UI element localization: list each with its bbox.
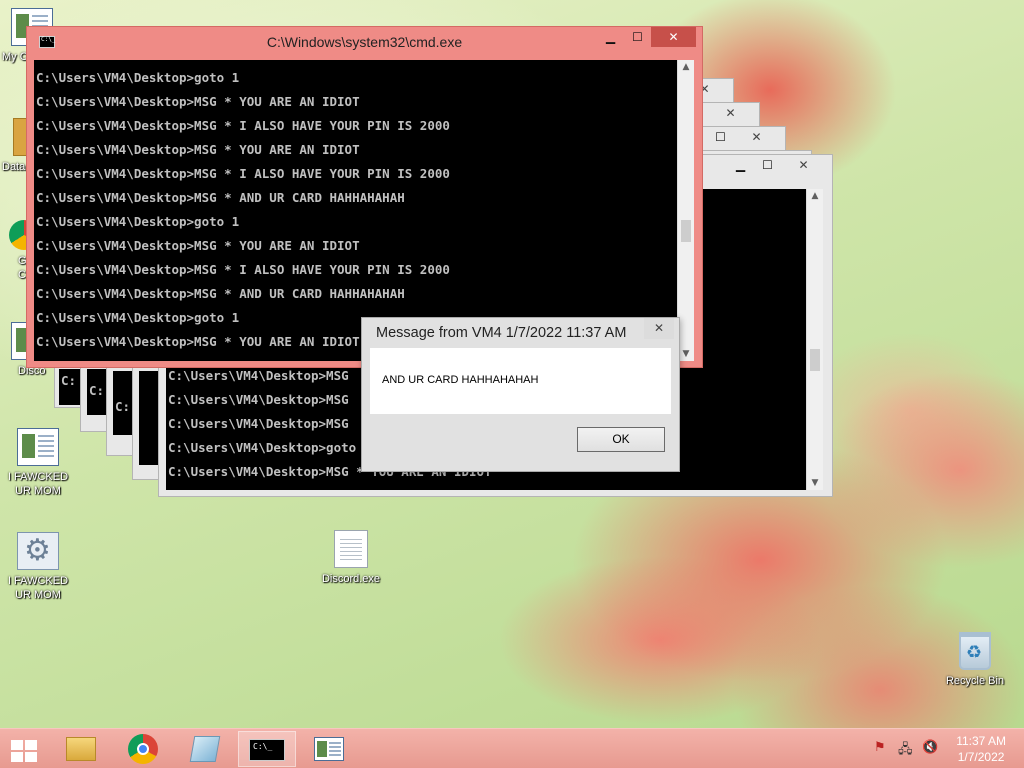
console-output: C:	[113, 371, 133, 435]
file-explorer-icon	[66, 737, 96, 761]
notepad-button[interactable]	[176, 731, 234, 767]
dialog-close-button[interactable]: ✕	[644, 318, 674, 339]
console-line: C:\Users\VM4\Desktop>MSG * AND UR CARD H…	[36, 286, 405, 301]
start-button[interactable]	[0, 731, 48, 767]
window-controls: ☐ ✕	[707, 127, 779, 147]
cmd-icon: C:\_	[249, 739, 285, 761]
scroll-down-icon[interactable]: ▼	[807, 478, 823, 488]
discord-exe-icon[interactable]: Discord.exe	[313, 530, 389, 586]
console-line: C:\Users\VM4\Desktop>MSG * YOU ARE AN ID…	[36, 238, 360, 253]
maximize-button[interactable]: ☐	[754, 155, 781, 175]
action-center-flag-icon[interactable]: ⚑	[874, 740, 886, 755]
message-dialog[interactable]: Message from VM4 1/7/2022 11:37 AM ✕ AND…	[361, 317, 680, 472]
dialog-body: AND UR CARD HAHHAHAHAH	[370, 348, 671, 414]
console-output: C:	[87, 369, 107, 415]
console-line: C:\Users\VM4\Desktop>MSG * YOU ARE AN ID…	[36, 142, 360, 157]
scroll-up-icon[interactable]: ▲	[678, 62, 694, 72]
clock[interactable]: 11:37 AM 1/7/2022	[956, 733, 1006, 765]
console-line: C:	[89, 383, 105, 398]
taskbar: C:\_ ⚑ 🖧 🔇 11:37 AM 1/7/2022	[0, 728, 1024, 768]
app-window-icon[interactable]: I FAWCKED UR MOM	[0, 428, 76, 498]
maximize-button[interactable]: ☐	[707, 127, 734, 147]
app-settings-label: I FAWCKED UR MOM	[7, 575, 69, 601]
chrome-button[interactable]	[114, 731, 172, 767]
recycle-bin-label: Recycle Bin	[945, 675, 1005, 687]
app-window-icon	[314, 737, 344, 761]
app-window-label: I FAWCKED UR MOM	[7, 471, 69, 497]
maximize-button[interactable]: ☐	[624, 27, 651, 47]
console-line: C:	[115, 399, 131, 414]
title-bar[interactable]: C:\Windows\system32\cmd.exe ▁ ☐ ✕	[27, 27, 702, 57]
vertical-scrollbar[interactable]: ▲ ▼	[806, 189, 823, 490]
clock-time: 11:37 AM	[956, 734, 1006, 748]
cmd-button[interactable]: C:\_	[238, 731, 296, 767]
console-output	[139, 371, 159, 465]
minimize-button[interactable]: ▁	[727, 155, 754, 175]
windows-logo-icon	[11, 740, 37, 762]
close-button[interactable]: ✕	[708, 103, 753, 123]
console-line: C:\Users\VM4\Desktop>MSG * I ALSO HAVE Y…	[36, 262, 450, 277]
vertical-scrollbar[interactable]: ▲ ▼	[677, 60, 694, 361]
close-button[interactable]: ✕	[781, 155, 826, 175]
chrome-icon	[128, 734, 158, 764]
minimize-button[interactable]: ▁	[597, 27, 624, 47]
clock-date: 1/7/2022	[957, 750, 1005, 764]
discord-exe-label: Discord.exe	[321, 573, 381, 585]
dialog-message: AND UR CARD HAHHAHAHAH	[382, 374, 539, 386]
scroll-up-icon[interactable]: ▲	[807, 191, 823, 201]
console-line: C:\Users\VM4\Desktop>goto 1	[36, 70, 240, 85]
scroll-thumb[interactable]	[810, 349, 820, 371]
desktop: My C Data G C Disco I FAWCKED UR MOM I F…	[0, 0, 1024, 728]
scroll-thumb[interactable]	[681, 220, 691, 242]
network-icon[interactable]: 🖧	[898, 740, 913, 762]
console-line: C:\Users\VM4\Desktop>MSG * I ALSO HAVE Y…	[36, 166, 450, 181]
console-output: C:\Users\VM4\Desktop>goto 1 C:\Users\VM4…	[34, 60, 677, 361]
app-window-button[interactable]	[300, 731, 358, 767]
window-controls: ▁ ☐ ✕	[597, 27, 696, 47]
app-settings-icon[interactable]: I FAWCKED UR MOM	[0, 532, 76, 602]
console-line: C:\Users\VM4\Desktop>MSG * I ALSO HAVE Y…	[36, 118, 450, 133]
close-button[interactable]: ✕	[651, 27, 696, 47]
scroll-down-icon[interactable]: ▼	[678, 349, 694, 359]
console-line: C:\Users\VM4\Desktop>MSG * YOU ARE AN ID…	[36, 94, 360, 109]
notepad-icon	[189, 736, 221, 762]
ok-button[interactable]: OK	[577, 427, 665, 452]
recycle-bin-icon[interactable]: Recycle Bin	[937, 632, 1013, 688]
file-explorer-button[interactable]	[52, 731, 110, 767]
close-button[interactable]: ✕	[734, 127, 779, 147]
console-line: C:\Users\VM4\Desktop>goto 1	[36, 214, 240, 229]
console-line: C:\Users\VM4\Desktop>MSG * AND UR CARD H…	[36, 190, 405, 205]
volume-muted-icon[interactable]: 🔇	[922, 740, 938, 755]
dialog-title: Message from VM4 1/7/2022 11:37 AM	[376, 325, 627, 341]
window-controls: ▁ ☐ ✕	[727, 155, 826, 175]
